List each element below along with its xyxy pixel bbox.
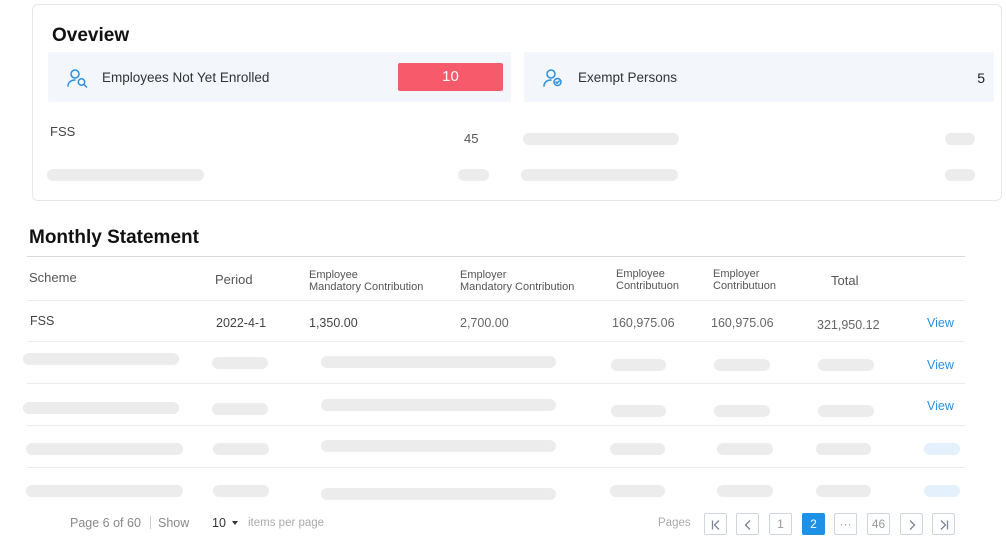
first-page-button[interactable] bbox=[704, 513, 727, 535]
page-info: Page 6 of 60 bbox=[70, 516, 141, 530]
skeleton-placeholder bbox=[924, 485, 960, 497]
skeleton-placeholder bbox=[717, 485, 773, 497]
skeleton-placeholder bbox=[213, 485, 269, 497]
column-header-total: Total bbox=[831, 273, 859, 288]
skeleton-placeholder bbox=[611, 405, 666, 417]
view-link[interactable]: View bbox=[927, 399, 954, 413]
header-line: Employee bbox=[616, 268, 665, 280]
overview-title: Oveview bbox=[52, 25, 130, 46]
items-per-page-label: items per page bbox=[248, 517, 325, 529]
cell-employer-mandatory: 2,700.00 bbox=[460, 316, 509, 330]
skeleton-placeholder bbox=[212, 357, 268, 369]
exempt-persons-card[interactable]: Exempt Persons 5 bbox=[524, 52, 994, 102]
prev-page-button[interactable] bbox=[736, 513, 759, 535]
column-header-period: Period bbox=[215, 272, 253, 287]
divider bbox=[27, 300, 965, 301]
column-header-employer-mandatory: Employer Mandatory Contribution bbox=[460, 269, 574, 293]
skeleton-placeholder bbox=[818, 405, 874, 417]
page-button[interactable]: 1 bbox=[769, 513, 792, 535]
skeleton-placeholder bbox=[321, 488, 556, 500]
skeleton-placeholder bbox=[321, 440, 556, 452]
cell-total: 321,950.12 bbox=[817, 318, 880, 332]
show-label: Show bbox=[158, 516, 190, 530]
items-per-page-select[interactable]: 10 bbox=[212, 516, 226, 530]
skeleton-placeholder bbox=[212, 403, 268, 415]
header-line: Employer bbox=[713, 268, 760, 280]
cell-employee-contribution: 160,975.06 bbox=[612, 316, 675, 330]
first-page-icon bbox=[711, 520, 720, 530]
page-button[interactable]: 46 bbox=[867, 513, 890, 535]
header-line: Contributuon bbox=[616, 280, 679, 292]
header-line: Mandatory Contribution bbox=[309, 281, 424, 293]
view-link[interactable]: View bbox=[927, 316, 954, 330]
exempt-persons-count: 5 bbox=[977, 70, 985, 86]
user-check-icon bbox=[542, 67, 564, 89]
column-header-employee-contribution: Employee Contributuon bbox=[616, 268, 679, 292]
header-line: Contributuon bbox=[713, 280, 776, 292]
skeleton-placeholder bbox=[521, 169, 678, 181]
view-link[interactable]: View bbox=[927, 358, 954, 372]
overview-card: Oveview Employees Not Yet Enrolled 10 Ex… bbox=[32, 4, 1002, 201]
skeleton-placeholder bbox=[818, 359, 874, 371]
skeleton-placeholder bbox=[611, 359, 666, 371]
skeleton-placeholder bbox=[717, 443, 773, 455]
divider bbox=[27, 467, 965, 468]
last-page-button[interactable] bbox=[932, 513, 955, 535]
skeleton-placeholder bbox=[213, 443, 269, 455]
user-search-icon bbox=[66, 67, 88, 89]
chevron-right-icon bbox=[909, 520, 916, 530]
cell-period: 2022-4-1 bbox=[216, 316, 267, 330]
divider bbox=[27, 383, 965, 384]
skeleton-placeholder bbox=[458, 169, 489, 181]
column-header-scheme: Scheme bbox=[29, 270, 77, 285]
employees-not-enrolled-count: 10 bbox=[398, 63, 503, 91]
skeleton-placeholder bbox=[945, 169, 975, 181]
skeleton-placeholder bbox=[610, 443, 665, 455]
column-header-employee-mandatory: Employee Mandatory Contribution bbox=[309, 269, 423, 293]
skeleton-placeholder bbox=[610, 485, 665, 497]
employees-not-enrolled-card[interactable]: Employees Not Yet Enrolled 10 bbox=[48, 52, 511, 102]
skeleton-placeholder bbox=[924, 443, 960, 455]
employees-not-enrolled-label: Employees Not Yet Enrolled bbox=[102, 70, 270, 85]
fss-value: 45 bbox=[464, 131, 479, 146]
chevron-left-icon bbox=[744, 520, 751, 530]
skeleton-placeholder bbox=[816, 443, 871, 455]
header-line: Mandatory Contribution bbox=[460, 281, 575, 293]
cell-employer-contribution: 160,975.06 bbox=[711, 316, 774, 330]
skeleton-placeholder bbox=[321, 399, 556, 411]
divider bbox=[27, 256, 965, 257]
skeleton-placeholder bbox=[23, 353, 179, 365]
divider bbox=[150, 516, 151, 529]
header-line: Employee bbox=[309, 269, 358, 281]
cell-employee-mandatory: 1,350.00 bbox=[309, 316, 358, 330]
items-per-page-value: 10 bbox=[212, 516, 226, 530]
skeleton-placeholder bbox=[714, 405, 770, 417]
monthly-statement-title: Monthly Statement bbox=[29, 227, 199, 248]
skeleton-placeholder bbox=[523, 133, 679, 145]
page-ellipsis-button[interactable]: ··· bbox=[834, 513, 857, 535]
last-page-icon bbox=[940, 520, 949, 530]
skeleton-placeholder bbox=[26, 443, 183, 455]
skeleton-placeholder bbox=[945, 133, 975, 145]
page-button-active[interactable]: 2 bbox=[802, 513, 825, 535]
next-page-button[interactable] bbox=[900, 513, 923, 535]
header-line: Employer bbox=[460, 269, 507, 281]
pages-label: Pages bbox=[658, 517, 691, 529]
skeleton-placeholder bbox=[47, 169, 204, 181]
caret-down-icon[interactable] bbox=[232, 521, 238, 525]
skeleton-placeholder bbox=[26, 485, 183, 497]
skeleton-placeholder bbox=[816, 485, 871, 497]
exempt-persons-label: Exempt Persons bbox=[578, 70, 678, 85]
skeleton-placeholder bbox=[321, 356, 556, 368]
fss-label: FSS bbox=[50, 124, 76, 139]
divider bbox=[27, 425, 965, 426]
column-header-employer-contribution: Employer Contributuon bbox=[713, 268, 776, 292]
cell-scheme: FSS bbox=[30, 314, 55, 328]
skeleton-placeholder bbox=[714, 359, 770, 371]
divider bbox=[27, 341, 965, 342]
skeleton-placeholder bbox=[23, 402, 179, 414]
